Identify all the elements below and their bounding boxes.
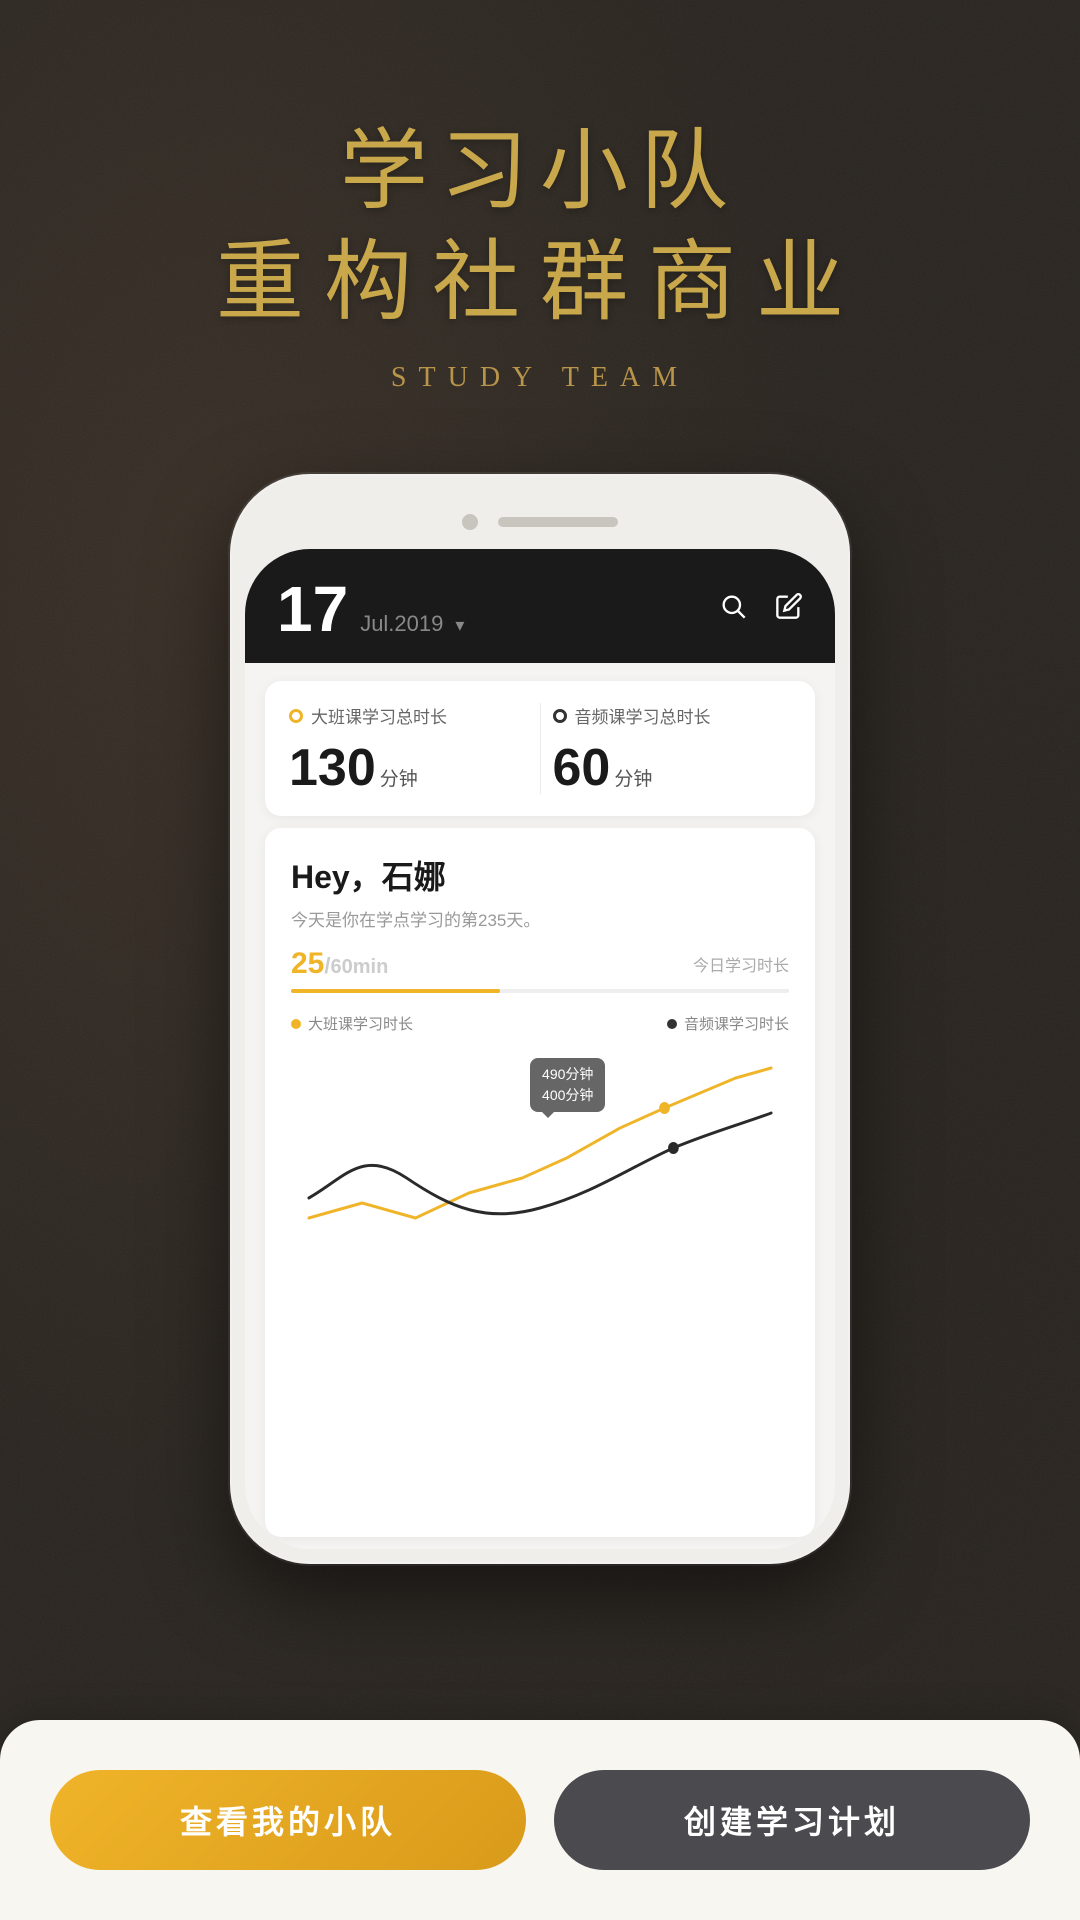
progress-bar: [291, 989, 789, 993]
chart-legend: 大班课学习时长 音频课学习时长: [291, 1013, 789, 1034]
create-plan-button[interactable]: 创建学习计划: [554, 1770, 1030, 1870]
app-screen: 17 Jul.2019 ▾: [245, 549, 835, 1549]
stat-value-class: 130 分钟: [289, 742, 528, 794]
stat-dot-black: [553, 709, 567, 723]
legend-audio: 音频课学习时长: [667, 1013, 789, 1034]
phone-camera: [462, 514, 478, 530]
stat-label-class: 大班课学习总时长: [289, 703, 528, 728]
phone-mockup: 17 Jul.2019 ▾: [230, 474, 850, 1564]
user-days: 今天是你在学点学习的第235天。: [291, 906, 789, 931]
progress-row: 25/60min 今日学习时长: [291, 947, 789, 981]
search-icon[interactable]: [719, 592, 747, 627]
time-current: 25: [291, 947, 324, 980]
stat-dot-yellow: [289, 709, 303, 723]
legend-class: 大班课学习时长: [291, 1013, 413, 1034]
progress-time: 25/60min: [291, 947, 388, 981]
stat-unit-audio: 分钟: [614, 764, 652, 791]
tooltip-line-2: 400分钟: [542, 1085, 593, 1106]
legend-label-audio: 音频课学习时长: [684, 1013, 789, 1034]
stat-item-class: 大班课学习总时长 130 分钟: [289, 703, 541, 794]
progress-fill: [291, 989, 500, 993]
legend-dot-yellow: [291, 1019, 301, 1029]
page-container: 学习小队 重构社群商业 STUDY TEAM 17 Jul.2019 ▾: [0, 0, 1080, 1920]
legend-label-class: 大班课学习时长: [308, 1013, 413, 1034]
stat-value-audio: 60 分钟: [553, 742, 792, 794]
time-total: 60min: [331, 956, 389, 978]
progress-label: 今日学习时长: [693, 952, 789, 976]
app-header: 17 Jul.2019 ▾: [245, 549, 835, 663]
phone-speaker: [498, 517, 618, 527]
title-sub: 重构社群商业: [216, 231, 864, 332]
view-team-button[interactable]: 查看我的小队: [50, 1770, 526, 1870]
user-card: Hey，石娜 今天是你在学点学习的第235天。 25/60min 今日学习时长 …: [265, 828, 815, 1537]
stat-item-audio: 音频课学习总时长 60 分钟: [541, 703, 792, 794]
tooltip-line-1: 490分钟: [542, 1064, 593, 1085]
stat-unit-class: 分钟: [380, 764, 418, 791]
bottom-bar: 查看我的小队 创建学习计划: [0, 1720, 1080, 1920]
legend-dot-black: [667, 1019, 677, 1029]
stats-card: 大班课学习总时长 130 分钟 音频课学习总时长 60 分钟: [265, 681, 815, 816]
title-main: 学习小队: [216, 120, 864, 221]
stat-label-audio: 音频课学习总时长: [553, 703, 792, 728]
stat-number-class: 130: [289, 742, 376, 794]
subtitle-en: STUDY TEAM: [216, 362, 864, 394]
app-header-right: [719, 592, 803, 627]
chart-tooltip: 490分钟 400分钟: [530, 1058, 605, 1112]
stat-number-audio: 60: [553, 742, 611, 794]
app-header-left: 17 Jul.2019 ▾: [277, 577, 464, 641]
header-section: 学习小队 重构社群商业 STUDY TEAM: [216, 120, 864, 394]
user-greeting: Hey，石娜: [291, 852, 789, 898]
chart-area: 490分钟 400分钟: [291, 1048, 789, 1248]
phone-top-bar: [230, 474, 850, 554]
header-month: Jul.2019: [360, 611, 443, 637]
header-day: 17: [277, 577, 348, 641]
header-arrow-icon[interactable]: ▾: [455, 615, 464, 636]
edit-icon[interactable]: [775, 592, 803, 627]
